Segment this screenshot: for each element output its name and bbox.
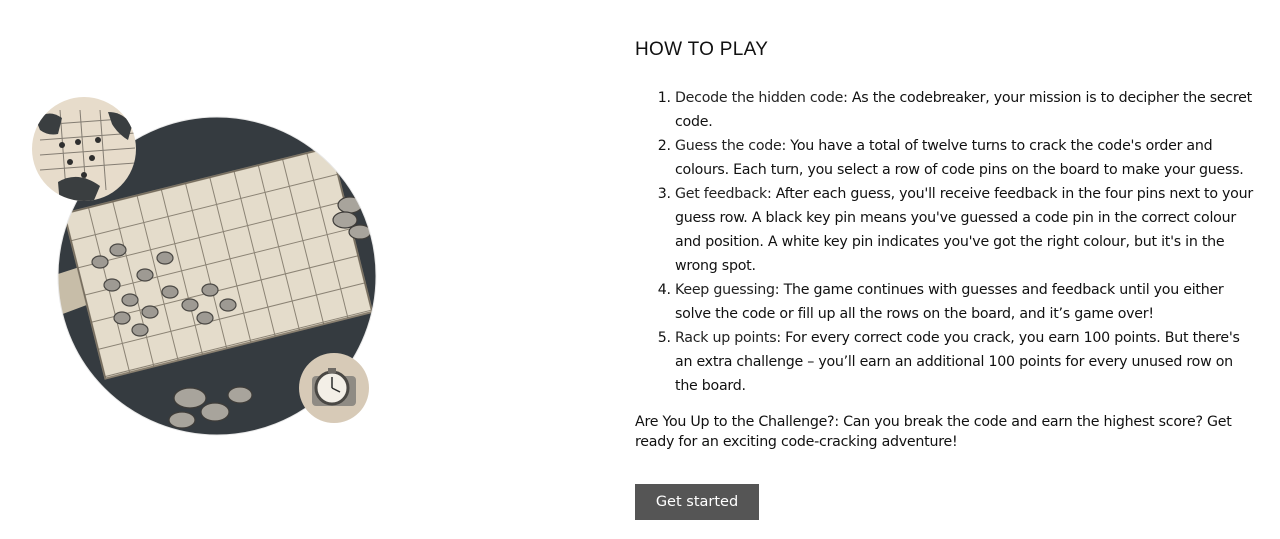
step-title: Keep guessing (675, 282, 775, 298)
page-title: HOW TO PLAY (635, 39, 769, 60)
list-item: Decode the hidden code: As the codebreak… (675, 86, 1255, 134)
list-item: Keep guessing: The game continues with g… (675, 278, 1255, 326)
hero-illustration (0, 0, 600, 539)
how-to-play-section: HOW TO PLAY Decode the hidden code: As t… (635, 38, 1255, 520)
rules-list: Decode the hidden code: As the codebreak… (635, 86, 1255, 398)
list-item: Rack up points: For every correct code y… (675, 326, 1255, 398)
step-title: Get feedback (675, 186, 767, 202)
step-title: Guess the code (675, 138, 782, 154)
get-started-button[interactable]: Get started (635, 484, 759, 520)
list-item: Guess the code: You have a total of twel… (675, 134, 1255, 182)
challenge-text: Are You Up to the Challenge?: Can you br… (635, 414, 1232, 450)
step-title: Rack up points (675, 330, 777, 346)
stopwatch-icon (299, 353, 369, 423)
board-illustration (32, 97, 377, 436)
list-item: Get feedback: After each guess, you'll r… (675, 182, 1255, 278)
step-title: Decode the hidden code (675, 90, 844, 106)
